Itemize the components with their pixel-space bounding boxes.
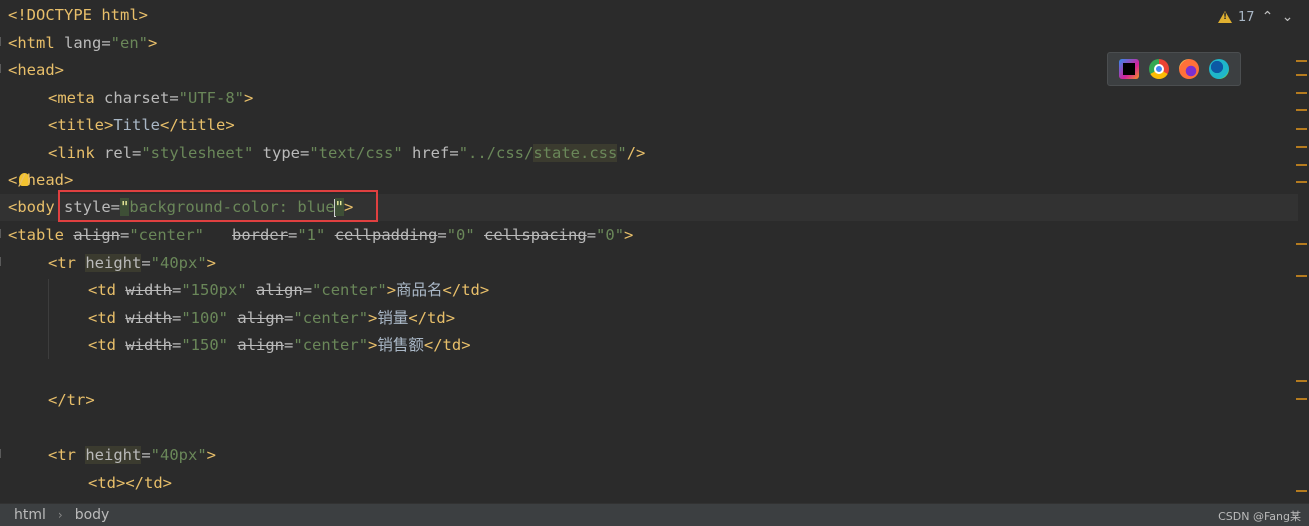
warning-icon — [1218, 11, 1232, 23]
code-line-15[interactable]: </tr> — [48, 387, 95, 414]
firefox-icon[interactable] — [1179, 59, 1199, 79]
breadcrumb-item-html[interactable]: html — [14, 507, 46, 523]
warning-marker[interactable] — [1296, 380, 1307, 382]
fold-marker[interactable] — [0, 37, 8, 46]
indent-guide — [48, 279, 49, 359]
breadcrumb: html › body CSDN @Fang某 — [0, 503, 1309, 526]
chevron-up-icon[interactable]: ⌃ — [1261, 9, 1275, 25]
fold-marker[interactable] — [0, 64, 8, 73]
code-line-2[interactable]: <html lang="en"> — [8, 30, 157, 57]
code-line-5[interactable]: <title>Title</title> — [48, 112, 235, 139]
warning-marker[interactable] — [1296, 92, 1307, 94]
chrome-icon[interactable] — [1149, 59, 1169, 79]
warning-marker[interactable] — [1296, 243, 1307, 245]
warning-marker[interactable] — [1296, 490, 1307, 492]
warning-marker[interactable] — [1296, 146, 1307, 148]
code-line-11[interactable]: <td width="150px" align="center">商品名</td… — [88, 277, 489, 304]
watermark: CSDN @Fang某 — [1218, 510, 1301, 523]
breadcrumb-item-body[interactable]: body — [75, 507, 110, 523]
warning-count: 17 — [1238, 9, 1255, 25]
fold-marker[interactable] — [0, 449, 8, 458]
code-line-4[interactable]: <meta charset="UTF-8"> — [48, 85, 253, 112]
edge-icon[interactable] — [1209, 59, 1229, 79]
code-line-3[interactable]: <head> — [8, 57, 64, 84]
warning-marker[interactable] — [1296, 181, 1307, 183]
browser-preview-popup — [1107, 52, 1241, 86]
code-line-9[interactable]: <table align="center" border="1" cellpad… — [8, 222, 633, 249]
inspection-widget[interactable]: 17 ⌃ ⌄ — [1218, 6, 1295, 28]
warning-marker[interactable] — [1296, 275, 1307, 277]
warning-marker[interactable] — [1296, 74, 1307, 76]
code-line-10[interactable]: <tr height="40px"> — [48, 250, 216, 277]
intellij-icon[interactable] — [1119, 59, 1139, 79]
warning-marker[interactable] — [1296, 109, 1307, 111]
code-line-18[interactable]: <td></td> — [88, 470, 172, 497]
code-line-6[interactable]: <link rel="stylesheet" type="text/css" h… — [48, 140, 645, 167]
chevron-right-icon: › — [57, 508, 63, 522]
warning-marker[interactable] — [1296, 398, 1307, 400]
code-line-12[interactable]: <td width="100" align="center">销量</td> — [88, 305, 455, 332]
fold-marker[interactable] — [0, 229, 8, 238]
warning-marker[interactable] — [1296, 164, 1307, 166]
warning-marker[interactable] — [1296, 60, 1307, 62]
code-line-13[interactable]: <td width="150" align="center">销售额</td> — [88, 332, 471, 359]
warning-marker[interactable] — [1296, 128, 1307, 130]
highlight-box — [58, 190, 378, 222]
code-editor[interactable]: <!DOCTYPE html> <html lang="en"> <head> … — [0, 0, 1309, 503]
code-line-1[interactable]: <!DOCTYPE html> — [8, 2, 148, 29]
code-line-17[interactable]: <tr height="40px"> — [48, 442, 216, 469]
fold-marker[interactable] — [0, 257, 8, 266]
